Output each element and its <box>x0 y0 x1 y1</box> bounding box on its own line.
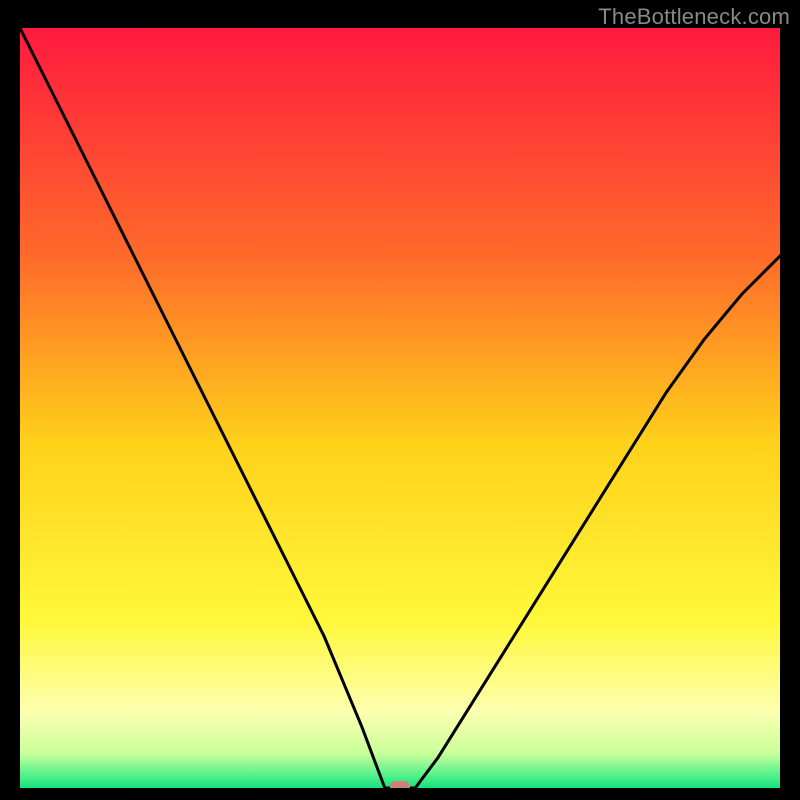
min-marker <box>390 781 410 788</box>
watermark-text: TheBottleneck.com <box>598 4 790 30</box>
chart-svg <box>20 28 780 788</box>
plot-area <box>20 28 780 788</box>
chart-frame: TheBottleneck.com <box>0 0 800 800</box>
gradient-background <box>20 28 780 788</box>
